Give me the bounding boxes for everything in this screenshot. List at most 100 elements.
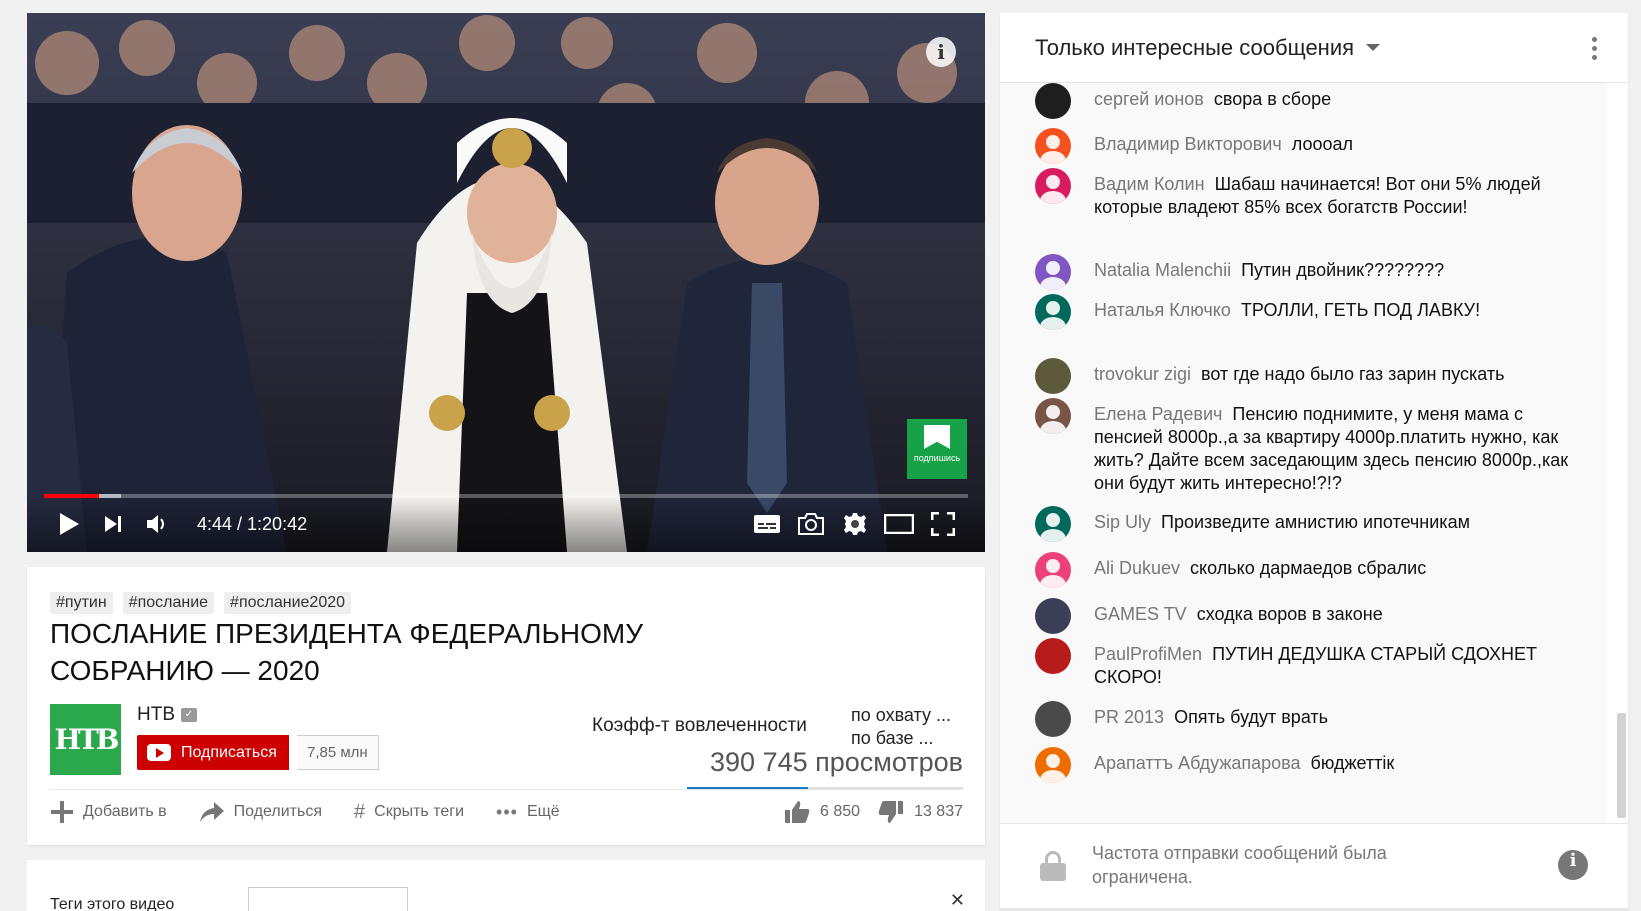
- subscribe-button[interactable]: Подписаться: [137, 735, 289, 770]
- avatar[interactable]: [1035, 552, 1071, 588]
- more-vert-icon[interactable]: [1592, 37, 1598, 64]
- chat-message: Елена Радевич Пенсию поднимите, у меня ма…: [1035, 398, 1575, 495]
- hash-icon: #: [354, 800, 366, 823]
- chat-message-text: Произведите амнистию ипотечникам: [1161, 512, 1470, 532]
- chat-author[interactable]: PaulProfiMen: [1094, 644, 1202, 664]
- channel-name-label: НТВ: [137, 704, 175, 725]
- chat-scrollbar[interactable]: [1617, 713, 1626, 818]
- bookmark-icon: [924, 425, 950, 449]
- chat-author[interactable]: Елена Радевич: [1094, 404, 1222, 424]
- chat-message-body: Елена Радевич Пенсию поднимите, у меня ма…: [1094, 403, 1575, 495]
- chat-author[interactable]: Natalia Malenchii: [1094, 260, 1231, 280]
- avatar[interactable]: [1035, 398, 1071, 434]
- add-to-button[interactable]: Добавить в: [50, 800, 167, 824]
- youtube-icon: [147, 744, 171, 761]
- like-button[interactable]: 6 850: [784, 800, 860, 824]
- avatar[interactable]: [1035, 294, 1071, 330]
- hide-tags-label: Скрыть теги: [374, 803, 465, 820]
- hashtag[interactable]: #послание2020: [224, 592, 352, 614]
- chat-message-text: бюджеттік: [1310, 753, 1395, 773]
- video-player[interactable]: i подпишись 4:44 / 1:20:42: [27, 13, 985, 552]
- lock-icon: [1040, 851, 1066, 881]
- hashtag[interactable]: #путин: [50, 592, 113, 614]
- chevron-down-icon[interactable]: [1366, 44, 1381, 51]
- chat-message-body: Sip Uly Произведите амнистию ипотечникам: [1094, 511, 1470, 542]
- chat-author[interactable]: сергей ионов: [1094, 89, 1204, 109]
- chat-author[interactable]: Ali Dukuev: [1094, 558, 1180, 578]
- chat-message: Sip Uly Произведите амнистию ипотечникам: [1035, 506, 1575, 542]
- chat-message-body: Арапаттъ Абдужапарова бюджеттік: [1094, 752, 1394, 783]
- volume-icon[interactable]: [135, 502, 179, 546]
- chat-author[interactable]: trovokur zigi: [1094, 364, 1191, 384]
- hide-tags-button[interactable]: # Скрыть теги: [354, 800, 464, 824]
- avatar[interactable]: [1035, 747, 1071, 783]
- subscribe-watermark[interactable]: подпишись: [907, 419, 967, 479]
- live-chat: Только интересные сообщения сергей ионов…: [1000, 13, 1628, 911]
- chat-message: сергей ионов свора в сборе: [1035, 83, 1575, 119]
- more-dots-icon: •••: [496, 801, 518, 822]
- subscribe-label: Подписаться: [181, 743, 277, 761]
- subtitles-icon[interactable]: [745, 502, 789, 546]
- action-bar: Добавить в Поделиться # Скрыть теги ••• …: [50, 800, 560, 824]
- chat-message-text: Опять будут врать: [1174, 707, 1329, 727]
- chat-author[interactable]: Арапаттъ Абдужапарова: [1094, 753, 1301, 773]
- fullscreen-icon[interactable]: [921, 502, 965, 546]
- video-frame: [27, 13, 985, 552]
- view-count: 390 745 просмотров: [710, 747, 963, 777]
- chat-message-text: сколько дармаедов сбралис: [1190, 558, 1427, 578]
- reach-stats: по охвату ... по базе ...: [851, 704, 951, 750]
- reach-line: по охвату ...: [851, 705, 951, 725]
- chat-message-body: Ali Dukuev сколько дармаедов сбралис: [1094, 557, 1426, 588]
- chat-message-list[interactable]: сергей ионов свора в сборе Владимир Виктор…: [1000, 83, 1606, 823]
- chat-message-body: сергей ионов свора в сборе: [1094, 88, 1331, 119]
- theater-mode-icon[interactable]: [877, 502, 921, 546]
- next-icon[interactable]: [91, 502, 135, 546]
- dislike-button[interactable]: 13 837: [878, 800, 963, 824]
- chat-message-text: Путин двойник????????: [1241, 260, 1445, 280]
- avatar[interactable]: [1035, 168, 1071, 204]
- play-icon[interactable]: [47, 502, 91, 546]
- video-tags-label: Теги этого видео: [50, 896, 175, 911]
- chat-author[interactable]: GAMES TV: [1094, 604, 1187, 624]
- chat-message: PaulProfiMen ПУТИН ДЕДУШКА СТАРЫЙ СДОХНЕТ…: [1035, 638, 1575, 689]
- avatar[interactable]: [1035, 254, 1071, 290]
- time-display: 4:44 / 1:20:42: [197, 513, 308, 534]
- chat-author[interactable]: Вадим Колин: [1094, 174, 1205, 194]
- avatar[interactable]: [1035, 638, 1071, 674]
- chat-message: Арапаттъ Абдужапарова бюджеттік: [1035, 747, 1575, 783]
- chat-message-body: Владимир Викторович лоооал: [1094, 133, 1353, 164]
- avatar[interactable]: [1035, 83, 1071, 119]
- chat-author[interactable]: PR 2013: [1094, 707, 1164, 727]
- tags-input[interactable]: [248, 887, 408, 911]
- chat-message-text: свора в сборе: [1213, 89, 1332, 109]
- chat-message-body: GAMES TV сходка воров в законе: [1094, 603, 1383, 634]
- chat-message: Вадим Колин Шабаш начинается! Вот они 5% …: [1035, 168, 1575, 219]
- video-info-card: #путин #послание #послание2020 ПОСЛАНИЕ …: [27, 567, 985, 845]
- avatar[interactable]: [1035, 506, 1071, 542]
- close-icon[interactable]: ✕: [950, 890, 965, 911]
- more-label: Ещё: [526, 803, 560, 820]
- chat-message: PR 2013 Опять будут врать: [1035, 701, 1575, 737]
- info-icon[interactable]: i: [1558, 850, 1588, 880]
- channel-avatar[interactable]: НТВ: [50, 704, 121, 775]
- avatar[interactable]: [1035, 598, 1071, 634]
- chat-author[interactable]: Владимир Викторович: [1094, 134, 1282, 154]
- chat-message-body: Наталья Ключко ТРОЛЛИ, ГЕТЬ ПОД ЛАВКУ!: [1094, 299, 1480, 330]
- chat-author[interactable]: Наталья Ключко: [1094, 300, 1231, 320]
- share-button[interactable]: Поделиться: [199, 800, 322, 824]
- settings-icon[interactable]: [833, 502, 877, 546]
- thumbs-up-icon: [785, 801, 810, 823]
- info-icon[interactable]: i: [926, 37, 956, 67]
- chat-message-body: PaulProfiMen ПУТИН ДЕДУШКА СТАРЫЙ СДОХНЕТ…: [1094, 643, 1575, 689]
- chat-mode-selector[interactable]: Только интересные сообщения: [1035, 35, 1354, 61]
- chat-author[interactable]: Sip Uly: [1094, 512, 1151, 532]
- avatar[interactable]: [1035, 701, 1071, 737]
- screenshot-icon[interactable]: [789, 502, 833, 546]
- hashtag[interactable]: #послание: [122, 592, 215, 614]
- chat-message-text: лоооал: [1291, 134, 1353, 154]
- channel-name[interactable]: НТВ ✓: [137, 704, 197, 726]
- watermark-label: подпишись: [913, 453, 961, 463]
- avatar[interactable]: [1035, 358, 1071, 394]
- avatar[interactable]: [1035, 128, 1071, 164]
- more-button[interactable]: ••• Ещё: [496, 800, 560, 824]
